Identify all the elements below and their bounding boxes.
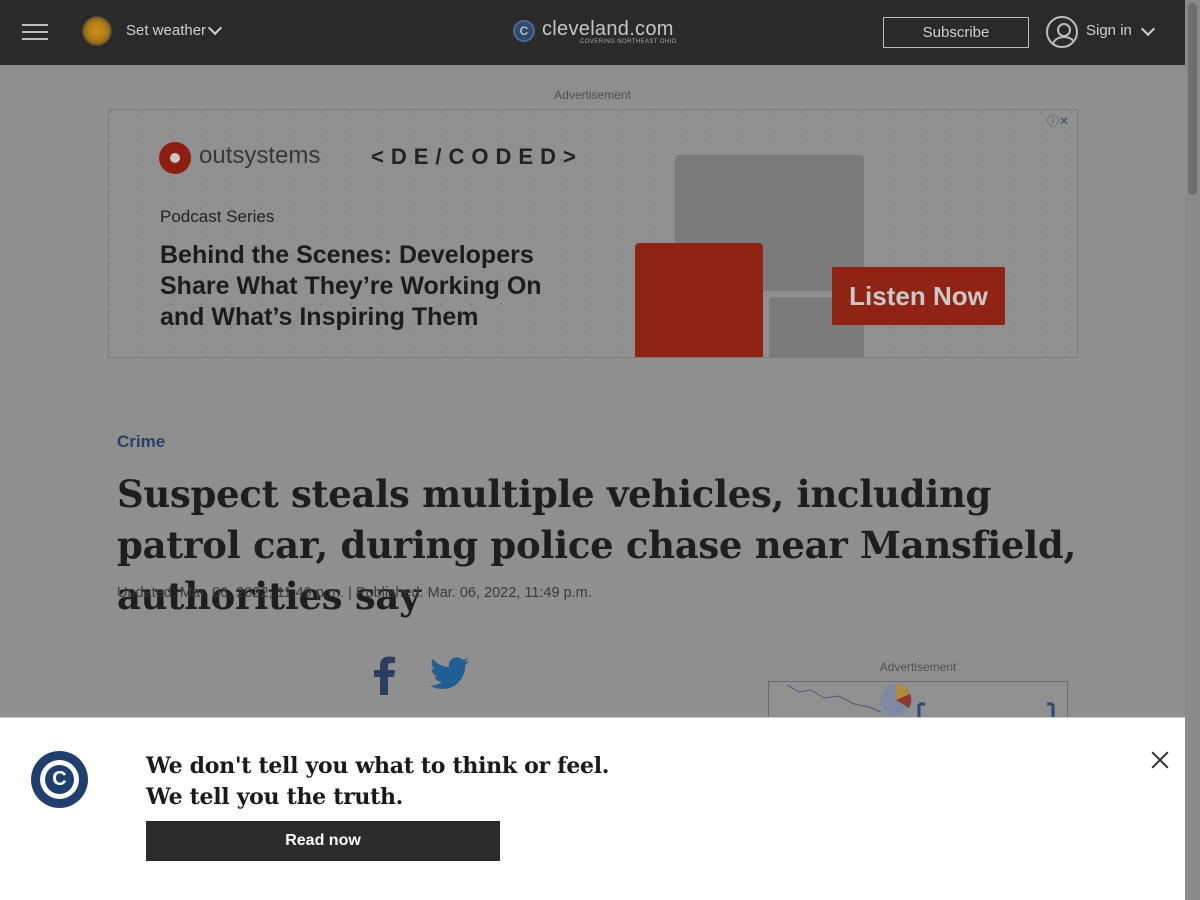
read-now-button[interactable]: Read now — [146, 821, 500, 861]
ad-headline: Behind the Scenes: Developers Share What… — [160, 241, 542, 331]
cleveland-logo-icon: C — [31, 751, 88, 808]
ad-label: Advertisement — [554, 88, 631, 102]
ad-kicker: Podcast Series — [160, 207, 275, 226]
top-advertisement[interactable]: ⓘ✕ outsystems <DE/CODED> Podcast Series … — [108, 109, 1078, 358]
ad-brand: outsystems — [199, 142, 321, 169]
ad-chart-graphic — [786, 684, 1055, 718]
side-advertisement[interactable] — [768, 681, 1068, 721]
site-logo[interactable]: cleveland.com — [542, 18, 674, 41]
banner-message-line2: We tell you the truth. — [146, 784, 403, 810]
subscription-banner: C We don't tell you what to think or fee… — [0, 717, 1185, 900]
sign-in-link[interactable]: Sign in — [1086, 22, 1132, 39]
subscribe-button[interactable]: Subscribe — [883, 17, 1029, 48]
ad-series-brand: <DE/CODED> — [371, 144, 583, 169]
cleveland-logo-icon[interactable]: C — [513, 20, 535, 42]
sun-icon[interactable] — [82, 16, 112, 46]
listen-now-button[interactable]: Listen Now — [832, 267, 1005, 325]
page-scrollbar-thumb[interactable] — [1188, 3, 1197, 195]
twitter-icon[interactable] — [430, 657, 470, 691]
site-tagline: COVERING NORTHEAST OHIO — [580, 39, 677, 45]
outsystems-logo-icon — [159, 142, 191, 174]
banner-message-line1: We don't tell you what to think or feel. — [146, 753, 610, 779]
ad-close-icon[interactable]: ⓘ✕ — [1047, 112, 1069, 129]
ad-decor-block — [635, 243, 763, 357]
user-icon[interactable] — [1046, 16, 1078, 48]
menu-icon[interactable] — [22, 24, 48, 42]
facebook-icon[interactable] — [370, 655, 400, 695]
section-link[interactable]: Crime — [117, 432, 165, 452]
close-icon[interactable] — [1150, 750, 1170, 770]
ad-label: Advertisement — [879, 660, 957, 674]
article-dateline: Updated: Mar. 06, 2022, 11:49 p.m. | Pub… — [117, 585, 592, 601]
set-weather-link[interactable]: Set weather — [126, 22, 206, 39]
